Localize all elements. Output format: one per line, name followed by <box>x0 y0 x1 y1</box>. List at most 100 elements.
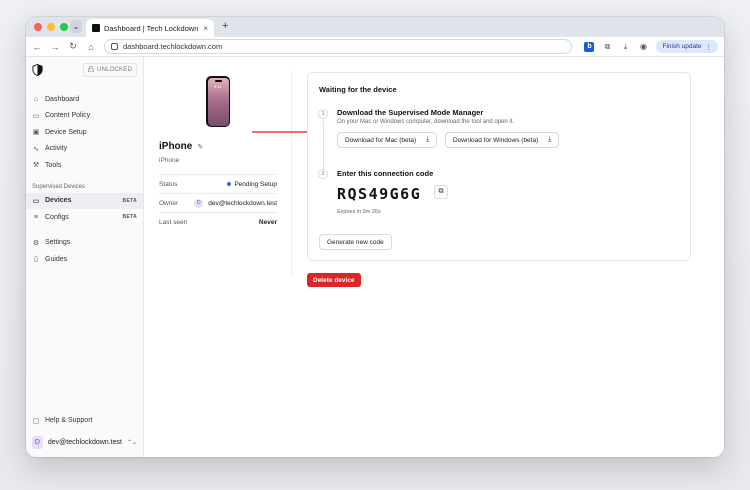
waiting-title: Waiting for the device <box>319 85 397 94</box>
generate-new-code-button[interactable]: Generate new code <box>319 234 392 250</box>
delete-device-button[interactable]: Delete device <box>307 273 361 287</box>
reload-icon[interactable]: ↻ <box>68 41 78 52</box>
copy-code-button[interactable]: ⧉ <box>434 185 448 199</box>
sidebar-item-guides[interactable]: ▯ Guides <box>26 251 143 268</box>
close-tab-icon[interactable]: × <box>203 24 208 33</box>
sidebar-item-configs[interactable]: ≡ Configs BETA <box>26 209 143 226</box>
forward-icon[interactable]: → <box>50 42 60 52</box>
owner-label: Owner <box>159 199 179 207</box>
iphone-image: 9:41 <box>206 76 230 127</box>
user-menu-button[interactable]: D dev@techlockdown.test ⌃⌄ <box>26 433 143 451</box>
device-info-table: Status Pending Setup Owner D dev@techloc… <box>159 174 277 231</box>
site-favicon-icon <box>92 24 100 32</box>
pencil-edit-icon[interactable]: ✎ <box>197 143 203 151</box>
finish-update-button[interactable]: Finish update ⋮ <box>656 40 718 53</box>
unlock-icon <box>88 65 94 74</box>
generate-new-code-label: Generate new code <box>327 238 384 246</box>
copy-icon: ⧉ <box>438 188 444 195</box>
step-number-1: 1 <box>318 109 328 119</box>
bitwarden-extension-icon[interactable]: b <box>584 41 595 52</box>
beta-badge: BETA <box>122 197 137 204</box>
download-icon: ⤓ <box>426 136 430 143</box>
configs-icon: ≡ <box>33 213 39 221</box>
browser-window: ⌄ Dashboard | Tech Lockdown × + ← → ↻ ⌂ … <box>26 17 724 457</box>
sidebar-item-label: Devices <box>45 197 72 205</box>
last-seen-label: Last seen <box>159 218 188 226</box>
phone-screen: 9:41 <box>207 77 229 126</box>
lock-status-label: UNLOCKED <box>97 67 132 73</box>
user-email: dev@techlockdown.test <box>47 438 122 446</box>
sidebar-item-label: Dashboard <box>45 95 80 103</box>
activity-icon: ∿ <box>33 145 39 153</box>
status-label: Status <box>159 180 178 188</box>
chat-icon: ▢ <box>32 417 40 425</box>
download-mac-label: Download for Mac (beta) <box>345 136 417 144</box>
brand-row: UNLOCKED <box>26 63 143 77</box>
browser-tab-dashboard[interactable]: Dashboard | Tech Lockdown × <box>86 19 214 37</box>
step2-title: Enter this connection code <box>337 169 434 178</box>
device-name: iPhone <box>159 141 193 152</box>
tab-search-dropdown-icon[interactable]: ⌄ <box>70 20 82 33</box>
chevron-up-down-icon: ⌃⌄ <box>126 439 137 446</box>
step-connector-line <box>323 121 324 171</box>
dynamic-island <box>214 79 222 82</box>
extensions-icon[interactable]: ⧉ <box>602 42 612 52</box>
sidebar-item-label: Configs <box>45 213 69 221</box>
maximize-window-button[interactable] <box>60 23 68 31</box>
home-icon[interactable]: ⌂ <box>86 42 96 52</box>
sidebar-item-help-support[interactable]: ▢ Help & Support <box>26 413 143 430</box>
connection-code: RQS49G6G <box>337 185 422 203</box>
device-setup-icon: ▣ <box>32 129 40 137</box>
sidebar-item-content-policy[interactable]: ▭ Content Policy <box>26 108 143 125</box>
window-controls <box>34 23 68 31</box>
shield-logo-icon <box>32 64 43 76</box>
app: UNLOCKED ⌂ Dashboard ▭ Content Policy ▣ … <box>26 57 724 457</box>
sidebar-item-label: Tools <box>45 161 62 169</box>
new-tab-button[interactable]: + <box>222 20 228 32</box>
menu-icon: ⋮ <box>705 43 713 51</box>
avatar: D <box>32 435 43 449</box>
profile-icon[interactable]: ◉ <box>638 42 648 52</box>
minimize-window-button[interactable] <box>47 23 55 31</box>
downloads-icon[interactable]: ⤓ <box>620 42 630 52</box>
sidebar: UNLOCKED ⌂ Dashboard ▭ Content Policy ▣ … <box>26 57 144 457</box>
code-expiry-text: Expires in 9m 26s <box>337 209 381 215</box>
sidebar-item-label: Device Setup <box>45 128 87 136</box>
download-mac-button[interactable]: Download for Mac (beta) ⤓ <box>337 132 438 148</box>
sidebar-item-tools[interactable]: ⚒ Tools <box>26 157 143 174</box>
book-icon: ▯ <box>34 256 38 264</box>
step1-description: On your Mac or Windows computer, downloa… <box>337 119 515 125</box>
sidebar-item-activity[interactable]: ∿ Activity <box>26 141 143 158</box>
owner-value: D dev@techlockdown.test <box>194 198 277 208</box>
step-number-2: 2 <box>318 169 328 179</box>
home-icon: ⌂ <box>33 95 39 103</box>
sidebar-item-label: Activity <box>45 145 68 153</box>
sidebar-item-devices[interactable]: ▭ Devices BETA <box>26 192 143 209</box>
download-windows-button[interactable]: Download for Windows (beta) ⤓ <box>445 132 560 148</box>
last-seen-value: Never <box>258 218 277 226</box>
tab-strip: ⌄ Dashboard | Tech Lockdown × + <box>26 17 724 37</box>
address-bar[interactable]: dashboard.techlockdown.com <box>104 39 573 54</box>
waiting-card: Waiting for the device 1 Download the Su… <box>307 72 691 261</box>
device-name-row: iPhone ✎ <box>159 141 203 152</box>
close-window-button[interactable] <box>34 23 42 31</box>
info-row-last-seen: Last seen Never <box>159 212 277 231</box>
lock-status-button[interactable]: UNLOCKED <box>83 63 137 77</box>
sidebar-item-device-setup[interactable]: ▣ Device Setup <box>26 124 143 141</box>
beta-badge: BETA <box>122 214 137 221</box>
main-content: 9:41 iPhone ✎ iPhone Status Pending Setu… <box>144 57 724 457</box>
download-windows-label: Download for Windows (beta) <box>453 136 539 144</box>
site-info-icon[interactable] <box>111 43 118 50</box>
owner-avatar: D <box>194 198 204 208</box>
finish-update-label: Finish update <box>662 43 702 50</box>
sidebar-item-dashboard[interactable]: ⌂ Dashboard <box>26 91 143 108</box>
status-dot-icon <box>227 182 232 186</box>
owner-email: dev@techlockdown.test <box>208 199 277 207</box>
status-text: Pending Setup <box>234 180 277 188</box>
download-icon: ⤓ <box>548 136 552 143</box>
sidebar-item-settings[interactable]: ⚙ Settings <box>26 235 143 252</box>
back-icon[interactable]: ← <box>32 42 42 52</box>
sidebar-item-label: Guides <box>45 255 68 263</box>
step1-title: Download the Supervised Mode Manager <box>337 108 484 117</box>
